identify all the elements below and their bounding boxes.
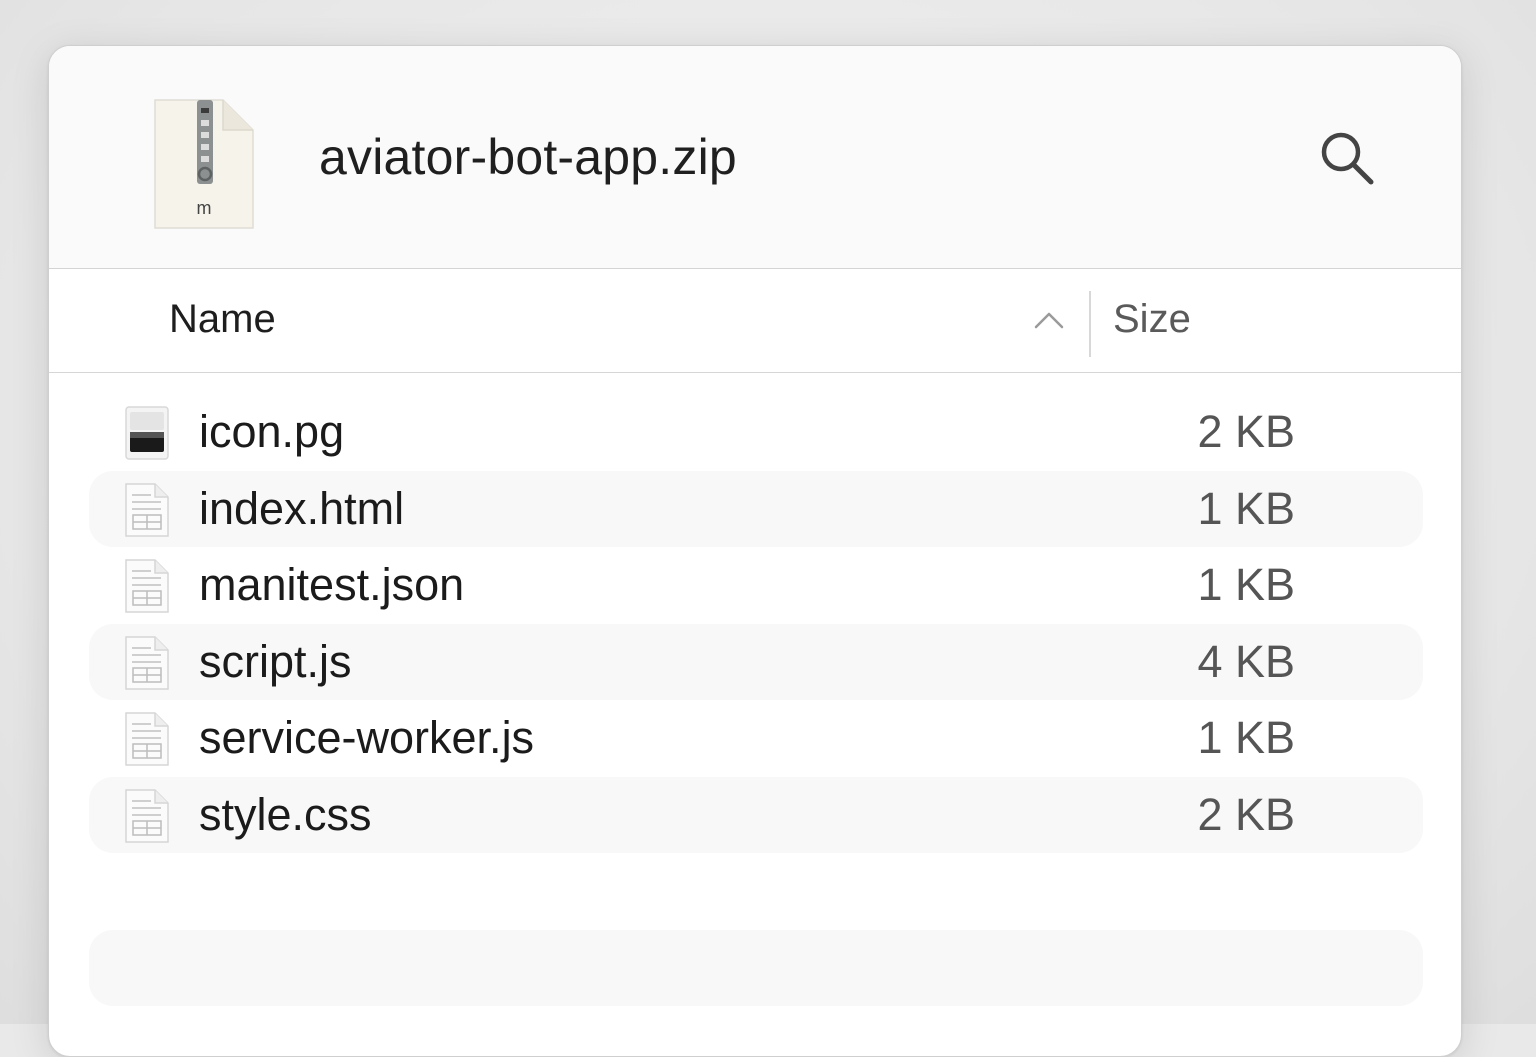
document-icon — [125, 559, 169, 613]
document-icon — [125, 712, 169, 766]
file-name: icon.pg — [199, 406, 345, 457]
file-size: 4 KB — [1197, 635, 1295, 687]
zip-icon-label: m — [196, 198, 212, 218]
file-name: index.html — [199, 482, 405, 534]
file-row[interactable]: service-worker.js 1 KB — [89, 700, 1423, 777]
file-size: 2 KB — [1197, 788, 1295, 840]
document-icon — [125, 788, 169, 843]
file-list: icon.pg 2 KB index.html 1 KB manitest.js… — [89, 394, 1423, 853]
window-header: m aviator-bot-app.zip — [49, 46, 1461, 269]
file-size: 1 KB — [1197, 559, 1295, 610]
file-size: 1 KB — [1197, 482, 1295, 534]
search-icon — [1321, 132, 1374, 185]
archive-title: aviator-bot-app.zip — [319, 129, 737, 185]
image-file-icon — [125, 406, 169, 460]
file-row[interactable]: manitest.json 1 KB — [89, 547, 1423, 624]
column-header-name[interactable]: Name — [169, 297, 276, 342]
sort-ascending-icon[interactable] — [1033, 305, 1065, 333]
file-name: style.css — [199, 788, 372, 840]
file-row[interactable]: script.js 4 KB — [89, 623, 1423, 700]
column-header-row: Name Size — [49, 269, 1461, 373]
file-size: 2 KB — [1197, 406, 1295, 457]
file-name: script.js — [199, 635, 352, 687]
document-icon — [125, 482, 169, 537]
zip-file-icon: m — [153, 98, 255, 230]
column-divider[interactable] — [1089, 291, 1091, 357]
search-button[interactable] — [1317, 128, 1377, 188]
file-row[interactable]: icon.pg 2 KB — [89, 394, 1423, 471]
document-icon — [125, 635, 169, 690]
file-row[interactable]: style.css 2 KB — [89, 776, 1423, 853]
archive-window: m aviator-bot-app.zip Name Size icon.pg … — [48, 45, 1462, 1057]
empty-list-row — [89, 930, 1423, 1006]
file-size: 1 KB — [1197, 712, 1295, 763]
file-row[interactable]: index.html 1 KB — [89, 470, 1423, 547]
file-name: manitest.json — [199, 559, 465, 610]
column-header-size[interactable]: Size — [1113, 297, 1191, 342]
file-name: service-worker.js — [199, 712, 535, 763]
